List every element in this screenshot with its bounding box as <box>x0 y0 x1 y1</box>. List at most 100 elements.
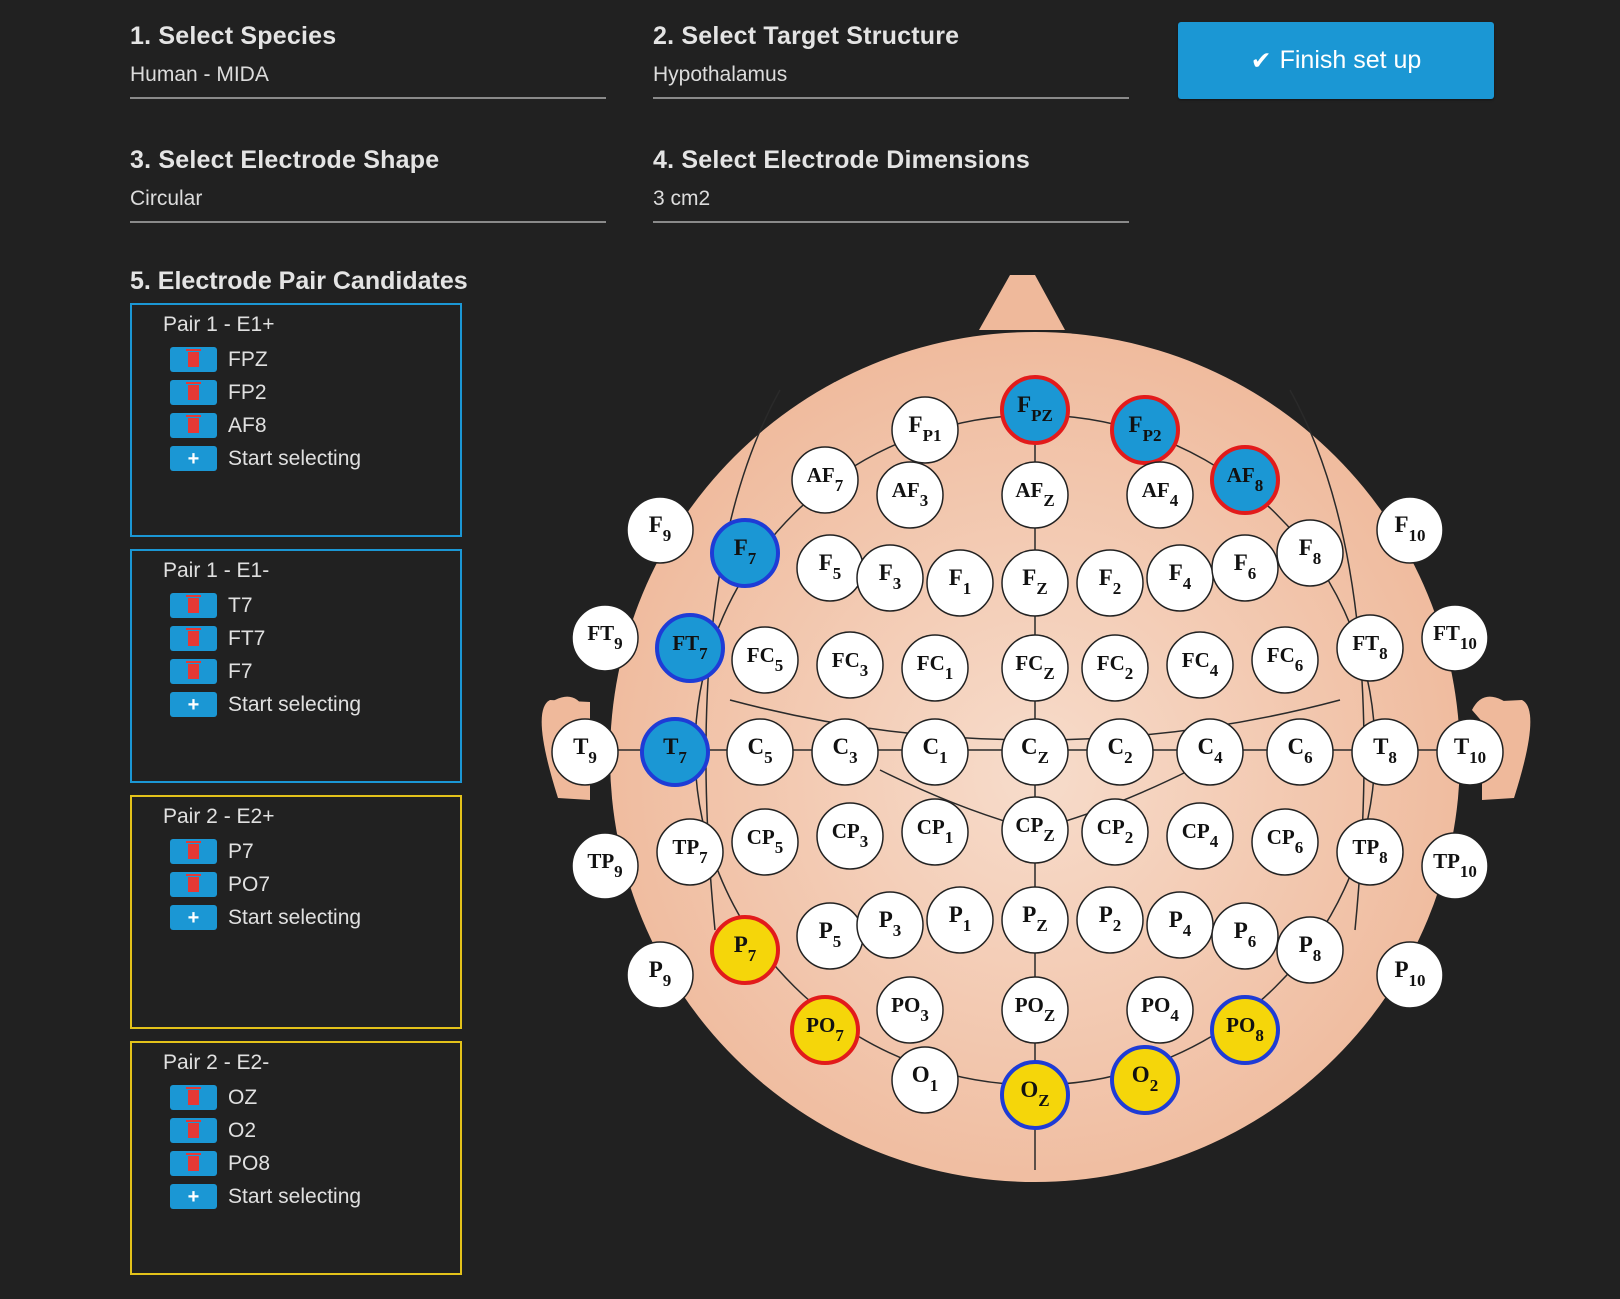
electrode-t10[interactable]: T10 <box>1436 718 1504 786</box>
electrode-dimensions-select[interactable]: 3 cm2 <box>653 187 1129 223</box>
electrode-pz[interactable]: PZ <box>1001 886 1069 954</box>
electrode-shape-select[interactable]: Circular <box>130 187 606 223</box>
delete-electrode-button[interactable] <box>170 626 217 651</box>
electrode-tp7[interactable]: TP7 <box>656 818 724 886</box>
electrode-p8[interactable]: P8 <box>1276 916 1344 984</box>
electrode-f5[interactable]: F5 <box>796 534 864 602</box>
electrode-c1[interactable]: C1 <box>901 718 969 786</box>
add-electrode-button[interactable]: + <box>170 692 217 717</box>
electrode-fc4[interactable]: FC4 <box>1166 631 1234 699</box>
electrode-ft10[interactable]: FT10 <box>1421 604 1489 672</box>
start-selecting-row[interactable]: + Start selecting <box>170 901 361 934</box>
electrode-poz[interactable]: POZ <box>1001 976 1069 1044</box>
electrode-f4[interactable]: F4 <box>1146 544 1214 612</box>
electrode-t7[interactable]: T7 <box>640 717 710 787</box>
target-structure-select[interactable]: Hypothalamus <box>653 63 1129 99</box>
electrode-p1[interactable]: P1 <box>926 886 994 954</box>
electrode-fp1[interactable]: FP1 <box>891 396 959 464</box>
electrode-ft7[interactable]: FT7 <box>655 613 725 683</box>
electrode-c2[interactable]: C2 <box>1086 718 1154 786</box>
electrode-tp10[interactable]: TP10 <box>1421 832 1489 900</box>
electrode-p7[interactable]: P7 <box>710 915 780 985</box>
electrode-fp2[interactable]: FP2 <box>1110 395 1180 465</box>
electrode-f8[interactable]: F8 <box>1276 519 1344 587</box>
species-field[interactable]: 1. Select Species Human - MIDA <box>130 22 606 99</box>
electrode-c5[interactable]: C5 <box>726 718 794 786</box>
electrode-fc2[interactable]: FC2 <box>1081 634 1149 702</box>
electrode-p9[interactable]: P9 <box>626 941 694 1009</box>
start-selecting-row[interactable]: + Start selecting <box>170 1180 361 1213</box>
delete-electrode-button[interactable] <box>170 659 217 684</box>
electrode-p4[interactable]: P4 <box>1146 891 1214 959</box>
electrode-af7[interactable]: AF7 <box>791 446 859 514</box>
electrode-p3[interactable]: P3 <box>856 891 924 959</box>
electrode-cp2[interactable]: CP2 <box>1081 798 1149 866</box>
electrode-dimensions-field[interactable]: 4. Select Electrode Dimensions 3 cm2 <box>653 146 1129 223</box>
electrode-f1[interactable]: F1 <box>926 549 994 617</box>
species-select[interactable]: Human - MIDA <box>130 63 606 99</box>
delete-electrode-button[interactable] <box>170 839 217 864</box>
electrode-cp5[interactable]: CP5 <box>731 808 799 876</box>
electrode-cz[interactable]: CZ <box>1001 718 1069 786</box>
electrode-fz[interactable]: FZ <box>1001 549 1069 617</box>
target-structure-field[interactable]: 2. Select Target Structure Hypothalamus <box>653 22 1129 99</box>
electrode-f3[interactable]: F3 <box>856 544 924 612</box>
electrode-f6[interactable]: F6 <box>1211 534 1279 602</box>
electrode-cp3[interactable]: CP3 <box>816 802 884 870</box>
electrode-fc6[interactable]: FC6 <box>1251 626 1319 694</box>
delete-electrode-button[interactable] <box>170 380 217 405</box>
add-electrode-button[interactable]: + <box>170 446 217 471</box>
electrode-tp9[interactable]: TP9 <box>571 832 639 900</box>
electrode-cp1[interactable]: CP1 <box>901 798 969 866</box>
electrode-label: FP2 <box>228 380 267 404</box>
electrode-cpz[interactable]: CPZ <box>1001 796 1069 864</box>
electrode-c6[interactable]: C6 <box>1266 718 1334 786</box>
electrode-c4[interactable]: C4 <box>1176 718 1244 786</box>
electrode-o1[interactable]: O1 <box>891 1046 959 1114</box>
electrode-tp8[interactable]: TP8 <box>1336 818 1404 886</box>
electrode-po7[interactable]: PO7 <box>790 995 860 1065</box>
add-electrode-button[interactable]: + <box>170 905 217 930</box>
electrode-p2[interactable]: P2 <box>1076 886 1144 954</box>
electrode-fcz[interactable]: FCZ <box>1001 634 1069 702</box>
electrode-af4[interactable]: AF4 <box>1126 461 1194 529</box>
electrode-ft8[interactable]: FT8 <box>1336 614 1404 682</box>
electrode-ft9[interactable]: FT9 <box>571 604 639 672</box>
delete-electrode-button[interactable] <box>170 593 217 618</box>
electrode-t8[interactable]: T8 <box>1351 718 1419 786</box>
electrode-t9[interactable]: T9 <box>551 718 619 786</box>
finish-setup-button[interactable]: ✔ Finish set up <box>1178 22 1494 99</box>
electrode-po3[interactable]: PO3 <box>876 976 944 1044</box>
electrode-po4[interactable]: PO4 <box>1126 976 1194 1044</box>
electrode-oz[interactable]: OZ <box>1000 1060 1070 1130</box>
electrode-fc3[interactable]: FC3 <box>816 631 884 699</box>
electrode-o2[interactable]: O2 <box>1110 1045 1180 1115</box>
add-electrode-button[interactable]: + <box>170 1184 217 1209</box>
electrode-af3[interactable]: AF3 <box>876 461 944 529</box>
electrode-cp4[interactable]: CP4 <box>1166 802 1234 870</box>
electrode-fpz[interactable]: FPZ <box>1000 375 1070 445</box>
delete-electrode-button[interactable] <box>170 1085 217 1110</box>
electrode-p5[interactable]: P5 <box>796 902 864 970</box>
electrode-fc5[interactable]: FC5 <box>731 626 799 694</box>
electrode-f2[interactable]: F2 <box>1076 549 1144 617</box>
electrode-p10[interactable]: P10 <box>1376 941 1444 1009</box>
start-selecting-row[interactable]: + Start selecting <box>170 688 361 721</box>
electrode-p6[interactable]: P6 <box>1211 902 1279 970</box>
electrode-afz[interactable]: AFZ <box>1001 461 1069 529</box>
electrode-f10[interactable]: F10 <box>1376 496 1444 564</box>
delete-electrode-button[interactable] <box>170 347 217 372</box>
electrode-cp6[interactable]: CP6 <box>1251 808 1319 876</box>
start-selecting-row[interactable]: + Start selecting <box>170 442 361 475</box>
electrode-shape-field[interactable]: 3. Select Electrode Shape Circular <box>130 146 606 223</box>
delete-electrode-button[interactable] <box>170 413 217 438</box>
delete-electrode-button[interactable] <box>170 1151 217 1176</box>
electrode-f9[interactable]: F9 <box>626 496 694 564</box>
electrode-c3[interactable]: C3 <box>811 718 879 786</box>
delete-electrode-button[interactable] <box>170 872 217 897</box>
electrode-po8[interactable]: PO8 <box>1210 995 1280 1065</box>
delete-electrode-button[interactable] <box>170 1118 217 1143</box>
electrode-f7[interactable]: F7 <box>710 518 780 588</box>
electrode-af8[interactable]: AF8 <box>1210 445 1280 515</box>
electrode-fc1[interactable]: FC1 <box>901 634 969 702</box>
